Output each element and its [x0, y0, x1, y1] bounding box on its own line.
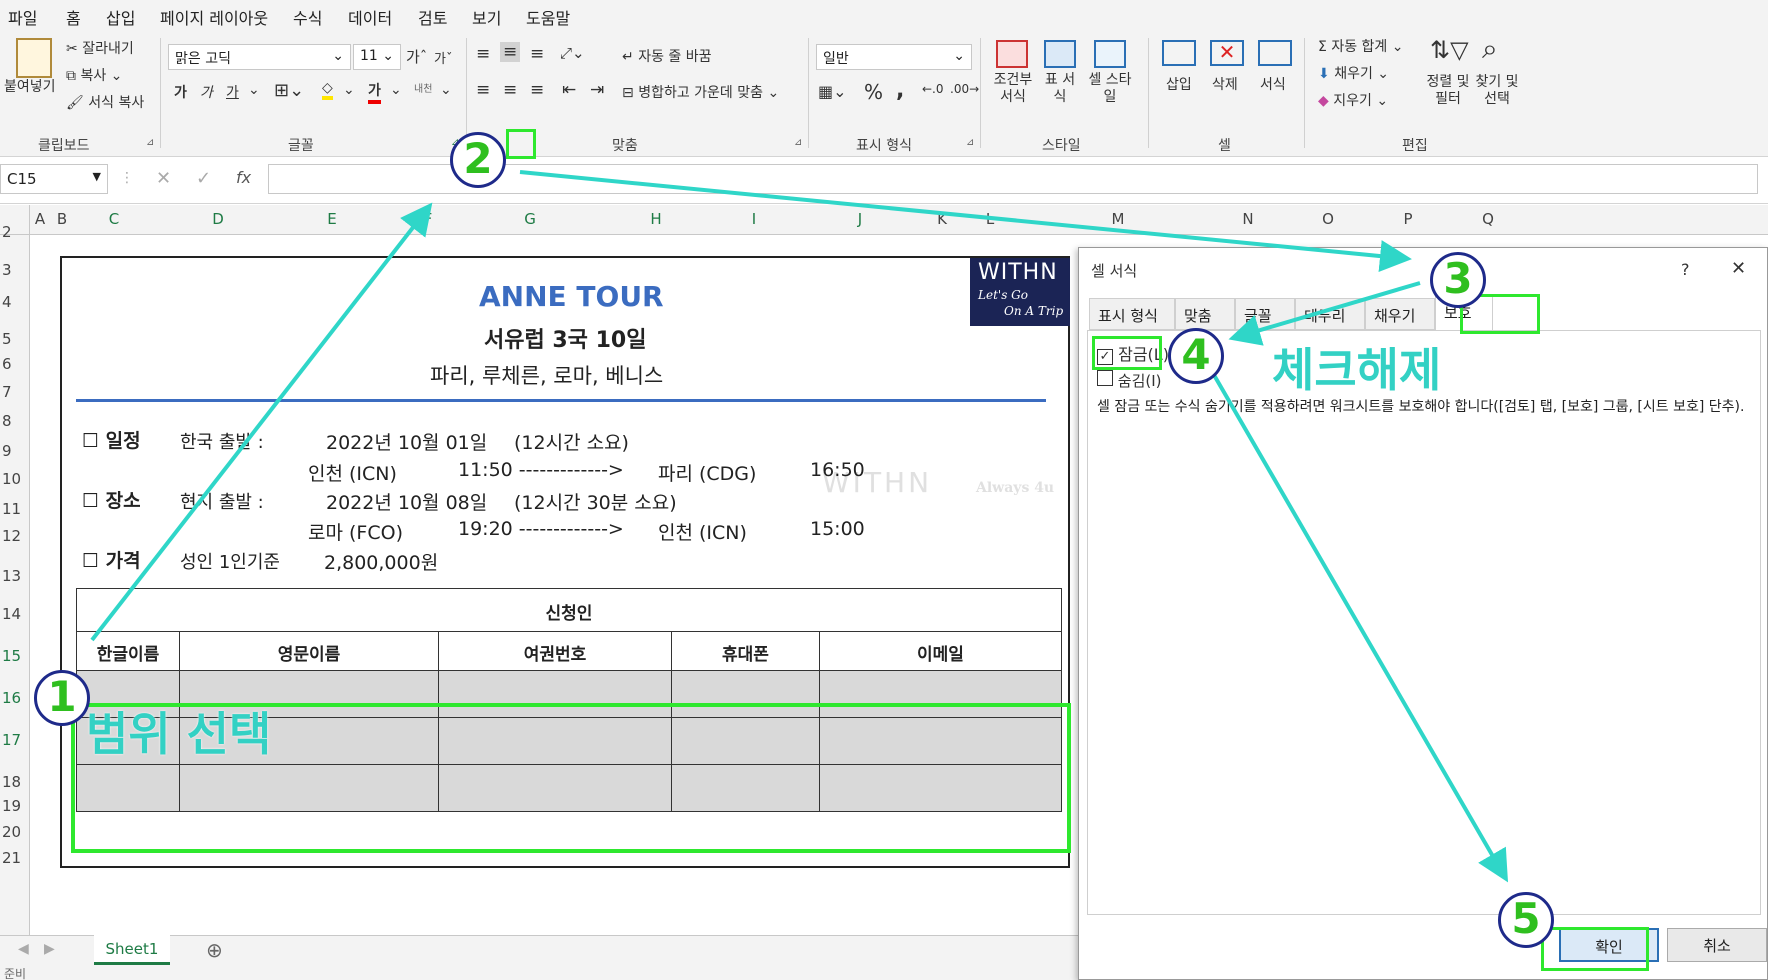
arrow-2-to-dialog: [519, 170, 1412, 272]
range-select-caption: 범위 선택: [86, 707, 272, 761]
arrow-3-to-locked: [1228, 281, 1421, 346]
arrow-4-to-ok: [1212, 373, 1509, 883]
locked-checkbox-highlight: [1092, 336, 1162, 370]
font-launcher-highlight: [506, 129, 536, 159]
ok-button-highlight: [1541, 927, 1649, 971]
step-3-badge: 3: [1430, 252, 1486, 308]
arrow-1-to-formula-bar: [90, 202, 433, 642]
uncheck-caption: 체크해제: [1272, 343, 1442, 397]
step-5-badge: 5: [1498, 892, 1554, 948]
step-1-badge: 1: [34, 670, 90, 726]
step-2-badge: 2: [450, 132, 506, 188]
step-4-badge: 4: [1168, 328, 1224, 384]
